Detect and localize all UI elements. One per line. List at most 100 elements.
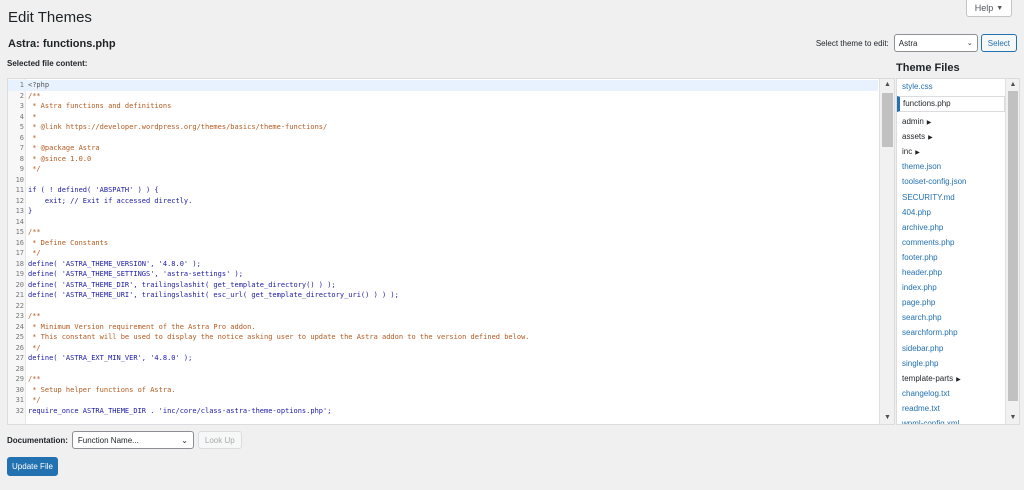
folder-item[interactable]: template-parts ▶ (897, 371, 1005, 386)
code-line[interactable]: 9 */ (8, 164, 878, 175)
code-line[interactable]: 16 * Define Constants (8, 238, 878, 249)
line-number: 4 (19, 112, 24, 121)
code-line[interactable]: 21 define( 'ASTRA_THEME_URI', trailingsla… (8, 290, 878, 301)
file-item-label: sidebar.php (902, 343, 944, 353)
expand-arrow-icon[interactable]: ▶ (927, 120, 932, 126)
file-item[interactable]: archive.php (897, 220, 1005, 235)
line-number: 5 (19, 123, 24, 131)
file-item[interactable]: functions.php (897, 96, 1005, 113)
file-item[interactable]: page.php (897, 295, 1005, 310)
code-line[interactable]: 32 require_once ASTRA_THEME_DIR . 'inc/co… (8, 406, 878, 417)
scroll-up-icon[interactable]: ▲ (880, 79, 894, 91)
theme-selector: Select theme to edit: Astra ⌄ Select (816, 34, 1017, 52)
file-item[interactable]: wpml-config.xml (897, 416, 1005, 424)
folder-item[interactable]: inc ▶ (897, 144, 1005, 159)
file-item[interactable]: SECURITY.md (897, 190, 1005, 205)
code-line[interactable]: 19 define( 'ASTRA_THEME_SETTINGS', 'astra… (8, 269, 878, 280)
code-text: define( 'ASTRA_THEME_VERSION', '4.8.0' )… (28, 259, 201, 268)
code-line[interactable]: 10 (8, 175, 878, 186)
file-item[interactable]: header.php (897, 265, 1005, 280)
code-line[interactable]: 1 <?php (8, 80, 878, 91)
file-item-label: SECURITY.md (902, 192, 955, 202)
scroll-up-icon[interactable]: ▲ (1006, 79, 1019, 91)
code-text: /** (28, 312, 41, 320)
documentation-label: Documentation: (7, 435, 68, 445)
file-item[interactable]: comments.php (897, 235, 1005, 250)
file-heading: Astra: functions.php (8, 38, 116, 50)
file-item[interactable]: toolset-config.json (897, 174, 1005, 189)
line-number: 9 (19, 165, 24, 173)
folder-item[interactable]: assets ▶ (897, 129, 1005, 144)
code-line[interactable]: 29 /** (8, 374, 878, 385)
scroll-down-icon[interactable]: ▼ (880, 412, 894, 424)
folder-item[interactable]: admin ▶ (897, 114, 1005, 129)
line-number: 15 (15, 228, 24, 236)
code-line[interactable]: 26 */ (8, 343, 878, 354)
file-item[interactable]: changelog.txt (897, 386, 1005, 401)
code-text: * @link https://developer.wordpress.org/… (28, 123, 328, 131)
file-item-label: header.php (902, 268, 943, 278)
file-item[interactable]: search.php (897, 310, 1005, 325)
code-line[interactable]: 20 define( 'ASTRA_THEME_DIR', trailingsla… (8, 280, 878, 291)
file-item[interactable]: footer.php (897, 250, 1005, 265)
file-item[interactable]: single.php (897, 356, 1005, 371)
file-item-label: page.php (902, 298, 936, 308)
scrollbar-thumb[interactable] (882, 93, 893, 147)
file-item[interactable]: theme.json (897, 159, 1005, 174)
code-line[interactable]: 22 (8, 301, 878, 312)
code-line[interactable]: 17 */ (8, 248, 878, 259)
code-line[interactable]: 4 * (8, 112, 878, 123)
look-up-button[interactable]: Look Up (197, 431, 242, 449)
expand-arrow-icon[interactable]: ▶ (928, 135, 933, 141)
code-line[interactable]: 27 define( 'ASTRA_EXT_MIN_VER', '4.8.0' )… (8, 353, 878, 364)
theme-select[interactable]: Astra ⌄ (893, 34, 978, 52)
code-text: define( 'ASTRA_THEME_URI', trailingslash… (28, 291, 399, 299)
file-item[interactable]: sidebar.php (897, 341, 1005, 356)
file-item[interactable]: 404.php (897, 205, 1005, 220)
file-item[interactable]: searchform.php (897, 325, 1005, 340)
code-line[interactable]: 6 * (8, 133, 878, 144)
expand-arrow-icon[interactable]: ▶ (956, 377, 961, 383)
scroll-down-icon[interactable]: ▼ (1006, 412, 1019, 424)
code-line[interactable]: 25 * This constant will be used to displ… (8, 332, 878, 343)
line-number: 6 (19, 133, 24, 142)
file-item-label: inc (902, 147, 913, 157)
code-line[interactable]: 2 /** (8, 91, 878, 102)
code-line[interactable]: 28 (8, 364, 878, 375)
expand-arrow-icon[interactable]: ▶ (915, 150, 920, 156)
code-line[interactable]: 15 /** (8, 227, 878, 238)
code-line[interactable]: 12 exit; // Exit if accessed directly. (8, 196, 878, 207)
files-scrollbar[interactable]: ▲ ▼ (1005, 79, 1019, 424)
code-line[interactable]: 11 if ( ! defined( 'ABSPATH' ) ) { (8, 185, 878, 196)
code-content[interactable]: 1 <?php 2/** 3 * Astra functions and defini… (8, 80, 878, 416)
file-item-label: archive.php (902, 222, 944, 232)
help-button[interactable]: Help ▼ (966, 0, 1012, 17)
code-line[interactable]: 18 define( 'ASTRA_THEME_VERSION', '4.8.0'… (8, 259, 878, 270)
function-name-select[interactable]: Function Name... ⌄ (71, 431, 194, 449)
code-line[interactable]: 14 (8, 217, 878, 228)
code-text: /** (28, 228, 41, 236)
code-line[interactable]: 31 */ (8, 395, 878, 406)
code-line[interactable]: 24 * Minimum Version requirement of the … (8, 322, 878, 333)
line-number: 7 (19, 144, 24, 152)
file-item[interactable]: style.css (897, 79, 1005, 94)
code-line[interactable]: 5 * @link https://developer.wordpress.or… (8, 122, 878, 133)
file-item[interactable]: readme.txt (897, 401, 1005, 416)
code-line[interactable]: 8 * @since 1.0.0 (8, 154, 878, 165)
code-editor[interactable]: 1 <?php 2/** 3 * Astra functions and defini… (7, 78, 895, 425)
code-line[interactable]: 23 /** (8, 311, 878, 322)
file-item[interactable]: index.php (897, 280, 1005, 295)
file-item-label: comments.php (902, 237, 955, 247)
line-number: 18 (15, 259, 24, 268)
scrollbar-thumb[interactable] (1008, 91, 1018, 401)
update-file-button[interactable]: Update File (7, 457, 58, 476)
code-line[interactable]: 7 * @package Astra (8, 143, 878, 154)
select-theme-button[interactable]: Select (980, 34, 1017, 52)
line-number: 23 (15, 312, 24, 320)
code-line[interactable]: 3 * Astra functions and definitions (8, 101, 878, 112)
code-line[interactable]: 13} (8, 206, 878, 217)
help-label: Help (974, 3, 994, 13)
line-number: 16 (15, 238, 24, 247)
code-line[interactable]: 30 * Setup helper functions of Astra. (8, 385, 878, 396)
editor-scrollbar[interactable]: ▲ ▼ (879, 79, 894, 424)
